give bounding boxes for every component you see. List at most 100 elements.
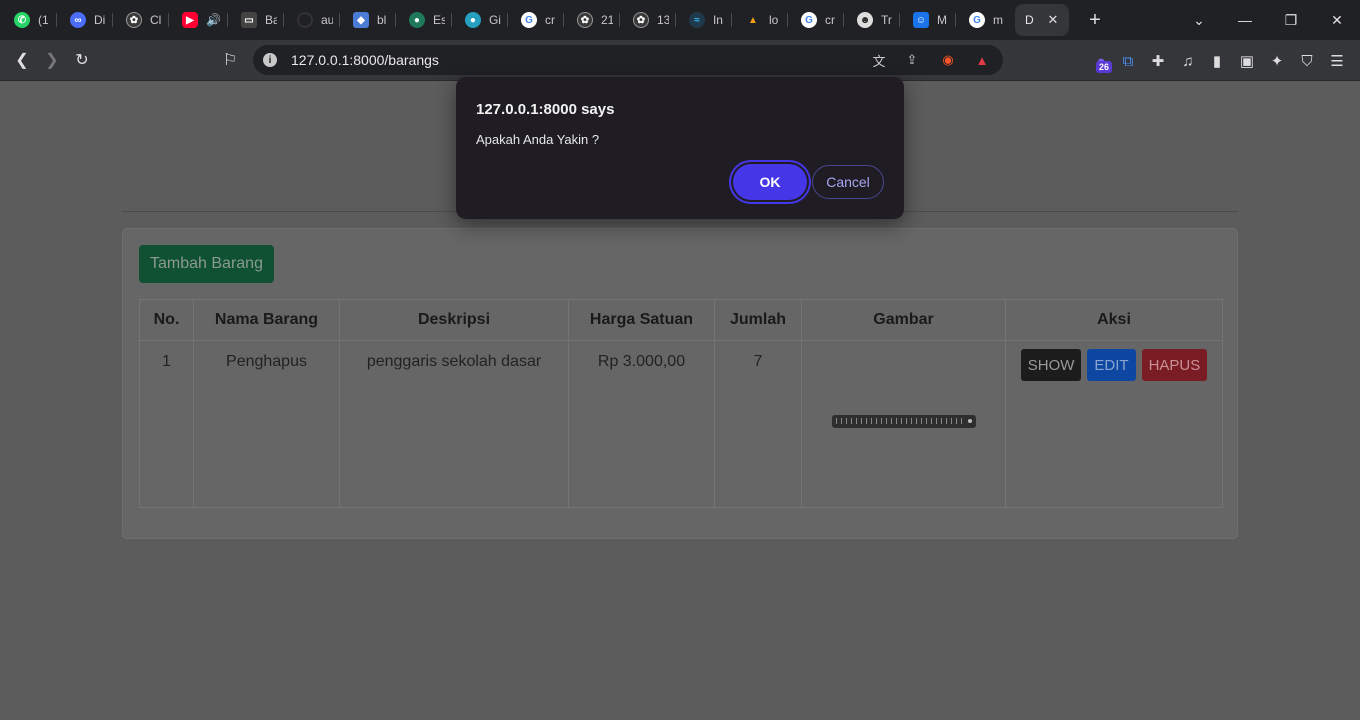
restore-icon[interactable]: ❐ (1268, 12, 1314, 29)
tab-title: bl (376, 13, 387, 27)
chatgpt-icon: ✿ (576, 12, 593, 28)
tab-gi[interactable]: ● Gi (451, 4, 508, 36)
col-jumlah: Jumlah (714, 299, 802, 341)
tab-title: au (320, 13, 333, 27)
laravel-icon: ▲ (748, 14, 758, 26)
tab-chatgpt-21[interactable]: ✿ 21 (563, 4, 620, 36)
tab-devin[interactable]: ∞ Di (56, 4, 113, 36)
tab-google-cr[interactable]: Gcr (507, 4, 564, 36)
col-nama: Nama Barang (193, 299, 340, 341)
tab-ba[interactable]: ▭ Ba (227, 4, 284, 36)
speaker-icon: 🔊 (206, 13, 221, 27)
col-deskripsi: Deskripsi (339, 299, 569, 341)
col-aksi: Aksi (1005, 299, 1223, 341)
chatgpt-icon: ✿ (126, 12, 142, 28)
cell-harga: Rp 3.000,00 (568, 340, 715, 508)
tab-m[interactable]: ☺ M (899, 4, 956, 36)
address-bar[interactable]: i 127.0.0.1:8000/barangs 文 ⇪ ◉ ▲ (253, 45, 1003, 75)
tab-title: Gi (488, 13, 501, 27)
barang-card: Tambah Barang No. Nama Barang Deskripsi … (122, 228, 1238, 539)
brave-shield-icon[interactable]: ◉ (938, 50, 958, 70)
cell-no: 1 (139, 340, 194, 508)
reload-icon[interactable]: ↻ (70, 48, 94, 72)
bookmark-icon[interactable]: ⚐ (218, 48, 242, 72)
table-header-row: No. Nama Barang Deskripsi Harga Satuan J… (139, 299, 1223, 341)
menu-icon[interactable]: ☰ (1326, 50, 1348, 72)
url-text[interactable]: 127.0.0.1:8000/barangs (291, 52, 439, 68)
loading-icon (296, 12, 313, 28)
tab-icon: ▭ (240, 12, 257, 28)
tab-laravel[interactable]: ▲ lo (731, 4, 788, 36)
tab-title: cr (824, 13, 835, 27)
confirm-dialog: 127.0.0.1:8000 says Apakah Anda Yakin ? … (456, 77, 904, 219)
tab-title: Es (432, 13, 445, 27)
vpn-icon[interactable]: ⛉ (1296, 50, 1318, 72)
back-icon[interactable]: ❮ (10, 48, 34, 72)
add-item-button[interactable]: Tambah Barang (139, 245, 274, 283)
tab-chatgpt-13[interactable]: ✿ 13 (619, 4, 676, 36)
show-button[interactable]: SHOW (1020, 349, 1082, 381)
minimize-icon[interactable]: — (1222, 12, 1268, 28)
close-window-icon[interactable]: ✕ (1314, 12, 1360, 29)
info-icon[interactable]: i (263, 53, 277, 67)
dialog-message: Apakah Anda Yakin ? (476, 132, 600, 147)
tab-youtube[interactable]: ▶ 🔊 (168, 4, 228, 36)
tab-title: D (1024, 13, 1034, 27)
tab-title: lo (768, 13, 779, 27)
tab-github[interactable]: au (283, 4, 340, 36)
tab-es[interactable]: ● Es (395, 4, 452, 36)
tab-chatgpt[interactable]: ✿ Cl (112, 4, 169, 36)
new-tab-button[interactable]: + (1081, 6, 1109, 34)
tab-title: 21 (600, 13, 613, 27)
tab-google-cr2[interactable]: Gcr (787, 4, 844, 36)
share-icon[interactable]: ⇪ (902, 50, 922, 70)
tab-tailwind[interactable]: ≈ In (675, 4, 732, 36)
whatsapp-icon: ✆ (14, 12, 30, 28)
delete-button[interactable]: HAPUS (1141, 349, 1208, 381)
table-row: 1 Penghapus penggaris sekolah dasar Rp 3… (139, 340, 1223, 508)
item-image (831, 415, 976, 428)
dialog-title: 127.0.0.1:8000 says (476, 101, 615, 118)
tab-google-m[interactable]: Gm (955, 4, 1011, 36)
tab-title: Di (94, 13, 106, 27)
forward-icon[interactable]: ❯ (40, 48, 64, 72)
tab-title: m (992, 13, 1003, 27)
tab-strip: ✆ (1 ∞ Di ✿ Cl ▶ 🔊 ▭ Ba au ◆ bl ● Es ● Gi Gcr ✿ 2… (0, 0, 1360, 40)
tr-icon: ☻ (856, 12, 873, 28)
wallet-icon[interactable]: ▣ (1236, 50, 1258, 72)
cancel-button[interactable]: Cancel (812, 165, 884, 199)
edit-button[interactable]: EDIT (1087, 349, 1136, 381)
tab-title: M (936, 13, 947, 27)
tab-title: In (712, 13, 723, 27)
gi-icon: ● (464, 12, 481, 28)
tab-tr[interactable]: ☻ Tr (843, 4, 900, 36)
translate-extension-icon[interactable]: ⧉ (1117, 50, 1139, 72)
window-controls: ⌄ — ❐ ✕ (1176, 0, 1360, 40)
devin-icon: ∞ (70, 12, 86, 28)
m-icon: ☺ (912, 12, 929, 28)
tab-whatsapp[interactable]: ✆ (1 (0, 4, 57, 36)
col-no: No. (139, 299, 194, 341)
tab-title: cr (544, 13, 555, 27)
brave-rewards-icon[interactable]: ▲ (972, 50, 992, 70)
puzzle-icon[interactable]: ✚ (1147, 50, 1169, 72)
translate-icon[interactable]: 文 (869, 50, 889, 70)
tab-bl[interactable]: ◆ bl (339, 4, 396, 36)
cell-jumlah: 7 (714, 340, 802, 508)
close-icon[interactable]: ✕ (1045, 12, 1061, 28)
tailwind-icon: ≈ (688, 12, 705, 28)
cell-aksi: SHOW EDIT HAPUS (1005, 340, 1223, 508)
tab-active[interactable]: D ✕ (1014, 4, 1069, 36)
google-icon: G (800, 12, 817, 28)
col-gambar: Gambar (801, 299, 1006, 341)
ok-button[interactable]: OK (733, 164, 807, 200)
es-icon: ● (408, 12, 425, 28)
tab-title: 13 (656, 13, 669, 27)
cell-gambar (801, 340, 1006, 508)
tab-title: (1 (38, 13, 49, 27)
bl-icon: ◆ (352, 12, 369, 28)
leo-icon[interactable]: ✦ (1266, 50, 1288, 72)
music-icon[interactable]: ♫ (1177, 50, 1199, 72)
chevron-down-icon[interactable]: ⌄ (1176, 12, 1222, 29)
sidebar-icon[interactable]: ▮ (1206, 50, 1228, 72)
